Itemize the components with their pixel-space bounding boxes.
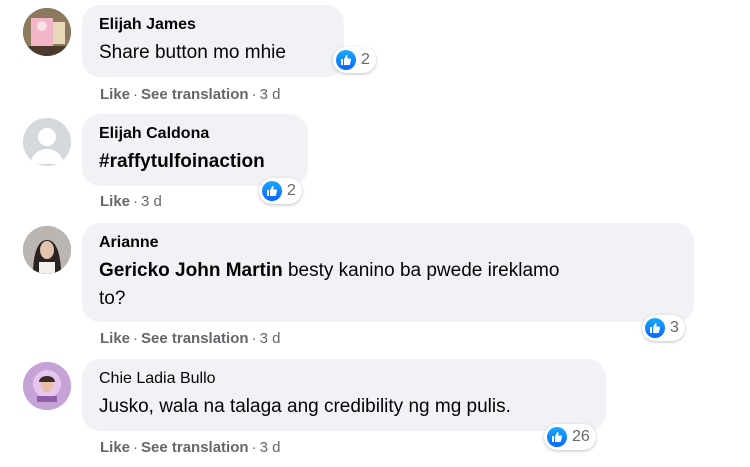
avatar[interactable] <box>23 226 71 274</box>
comment-author[interactable]: Elijah Caldona <box>99 124 292 144</box>
timestamp[interactable]: 3 d <box>141 193 162 210</box>
profile-photo-icon <box>23 362 71 410</box>
separator: · <box>133 439 139 456</box>
reaction-count[interactable]: 26 <box>544 424 596 450</box>
hashtag-link[interactable]: #raffytulfoinaction <box>99 148 292 176</box>
like-button[interactable]: Like <box>100 193 130 210</box>
separator: · <box>133 330 139 347</box>
comment-text: Gericko John Martin besty kanino ba pwed… <box>99 257 678 313</box>
profile-photo-icon <box>23 8 71 56</box>
comment-author[interactable]: Arianne <box>99 233 678 253</box>
comment-actions: Like · See translation · 3 d <box>100 86 280 104</box>
separator: · <box>133 193 139 210</box>
like-reaction-icon <box>645 318 665 338</box>
see-translation-button[interactable]: See translation <box>141 330 249 347</box>
comment-author[interactable]: Elijah James <box>99 15 328 35</box>
like-reaction-icon <box>547 427 567 447</box>
timestamp[interactable]: 3 d <box>260 330 281 347</box>
comment-bubble: Arianne Gericko John Martin besty kanino… <box>82 223 694 322</box>
default-avatar-icon <box>23 118 71 166</box>
like-reaction-icon <box>262 181 282 201</box>
comment-bubble: Elijah Caldona #raffytulfoinaction <box>82 114 308 186</box>
comment-actions: Like · See translation · 3 d <box>100 330 280 348</box>
see-translation-button[interactable]: See translation <box>141 439 249 456</box>
comment-actions: Like · See translation · 3 d <box>100 439 280 457</box>
reaction-number: 3 <box>670 319 679 336</box>
avatar[interactable] <box>23 8 71 56</box>
reaction-count[interactable]: 2 <box>259 178 302 204</box>
separator: · <box>133 86 139 103</box>
separator: · <box>251 439 257 456</box>
comment-author[interactable]: Chie Ladia Bullo <box>99 369 590 389</box>
reaction-number: 2 <box>287 182 296 199</box>
comment-text-part: besty kanino ba pwede ireklamo <box>282 260 560 281</box>
reaction-count[interactable]: 2 <box>333 47 376 73</box>
like-button[interactable]: Like <box>100 86 130 103</box>
reaction-number: 26 <box>572 428 590 445</box>
comment-actions: Like · 3 d <box>100 193 162 211</box>
reaction-number: 2 <box>361 51 370 68</box>
like-button[interactable]: Like <box>100 439 130 456</box>
avatar[interactable] <box>23 118 71 166</box>
like-reaction-icon <box>336 50 356 70</box>
separator: · <box>251 330 257 347</box>
timestamp[interactable]: 3 d <box>260 439 281 456</box>
profile-photo-icon <box>23 226 71 274</box>
like-button[interactable]: Like <box>100 330 130 347</box>
comment-bubble: Elijah James Share button mo mhie <box>82 5 344 77</box>
comment-text-part: to? <box>99 288 126 309</box>
comment-bubble: Chie Ladia Bullo Jusko, wala na talaga a… <box>82 359 606 431</box>
mention-link[interactable]: Gericko John Martin <box>99 260 283 281</box>
reaction-count[interactable]: 3 <box>642 315 685 341</box>
comment-text: Share button mo mhie <box>99 42 286 63</box>
timestamp[interactable]: 3 d <box>260 86 281 103</box>
separator: · <box>251 86 257 103</box>
see-translation-button[interactable]: See translation <box>141 86 249 103</box>
avatar[interactable] <box>23 362 71 410</box>
comment-text: Jusko, wala na talaga ang credibility ng… <box>99 396 511 417</box>
